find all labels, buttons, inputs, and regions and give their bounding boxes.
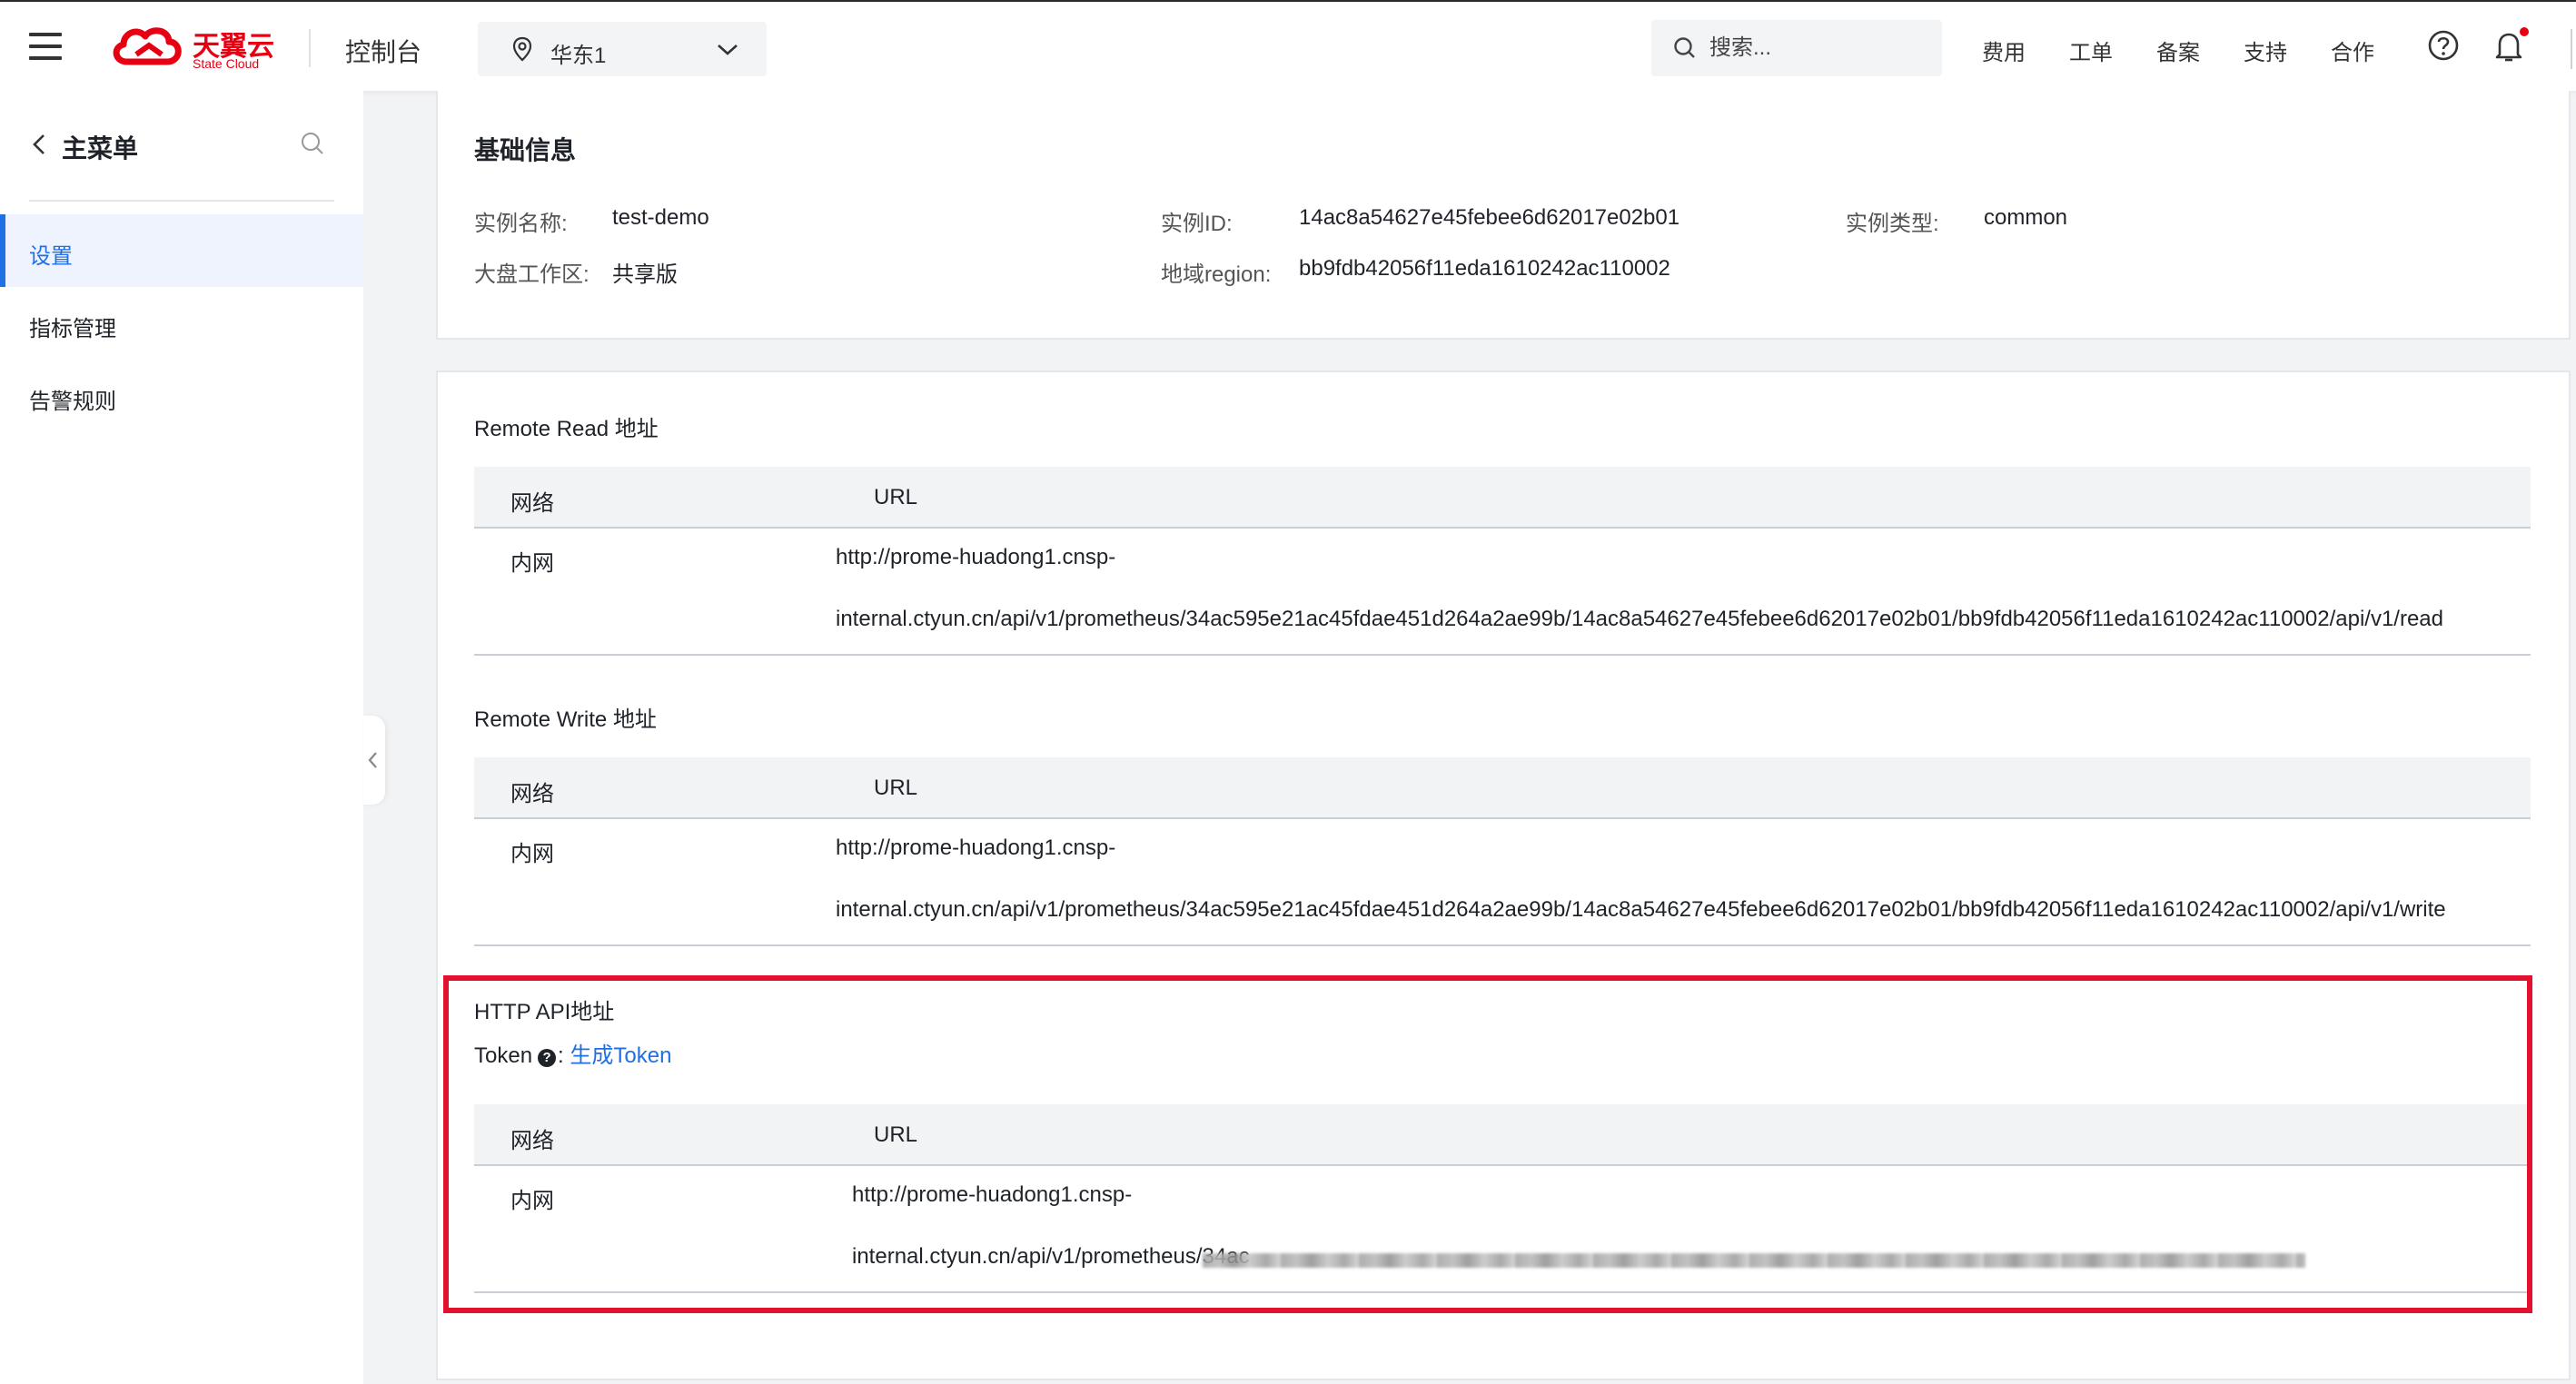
sidebar-title: 主菜单 bbox=[62, 134, 139, 163]
nav-support[interactable]: 支持 bbox=[2244, 35, 2287, 66]
sidebar-item-label: 设置 bbox=[29, 244, 73, 269]
instance-type-label: 实例类型: bbox=[1846, 212, 1939, 236]
logo[interactable]: 天翼云 State Cloud bbox=[109, 22, 277, 73]
network-cell: 内网 bbox=[510, 842, 554, 866]
console-link[interactable]: 控制台 bbox=[345, 33, 421, 69]
search-box[interactable] bbox=[1651, 20, 1942, 76]
instance-name-value: test-demo bbox=[612, 205, 709, 230]
sidebar-item-label: 指标管理 bbox=[29, 317, 116, 341]
nav-tickets[interactable]: 工单 bbox=[2069, 35, 2113, 66]
nav-billing[interactable]: 费用 bbox=[1982, 35, 2026, 66]
dashboard-workspace-label: 大盘工作区: bbox=[474, 262, 590, 287]
column-header-url: URL bbox=[874, 1122, 918, 1147]
header-right-edge bbox=[2571, 29, 2572, 69]
basic-info-card: 基础信息 实例名称: test-demo 实例ID: 14ac8a54627e4… bbox=[436, 91, 2571, 340]
help-circle-icon[interactable]: ? bbox=[538, 1049, 557, 1067]
nav-partner[interactable]: 合作 bbox=[2331, 35, 2374, 66]
url-cell-line1[interactable]: http://prome-huadong1.cnsp- bbox=[836, 545, 1115, 570]
chevron-down-icon bbox=[718, 44, 738, 55]
nav-filing[interactable]: 备案 bbox=[2156, 35, 2200, 66]
generate-token-link[interactable]: 生成Token bbox=[570, 1043, 671, 1068]
url-cell-line2[interactable]: internal.ctyun.cn/api/v1/prometheus/34ac… bbox=[836, 607, 2443, 632]
notification-dot bbox=[2520, 27, 2529, 36]
url-cell-line2[interactable]: internal.ctyun.cn/api/v1/prometheus/34ac bbox=[852, 1244, 1250, 1270]
remote-write-table-header: 网络 URL bbox=[474, 757, 2531, 819]
region-label: 华东1 bbox=[550, 44, 607, 68]
top-bar: 天翼云 State Cloud 控制台 华东1 费用 工单 备案 支持 合作 bbox=[0, 0, 2576, 91]
region-id-label: 地域region: bbox=[1161, 262, 1272, 287]
instance-id-label: 实例ID: bbox=[1161, 212, 1233, 236]
sidebar-item-alert-rules[interactable]: 告警规则 bbox=[0, 360, 363, 432]
column-header-network: 网络 bbox=[510, 1129, 554, 1153]
token-label: Token bbox=[474, 1043, 533, 1068]
sidebar-item-metrics[interactable]: 指标管理 bbox=[0, 287, 363, 360]
token-line: Token?: 生成Token bbox=[474, 1037, 671, 1069]
column-header-url: URL bbox=[874, 776, 918, 800]
cloud-logo-icon bbox=[113, 27, 182, 65]
http-api-title: HTTP API地址 bbox=[474, 1000, 615, 1024]
region-id-value: bb9fdb42056f11eda1610242ac110002 bbox=[1299, 256, 1670, 281]
network-cell: 内网 bbox=[510, 551, 554, 576]
url-cell-line1[interactable]: http://prome-huadong1.cnsp- bbox=[852, 1182, 1132, 1208]
help-icon[interactable] bbox=[2427, 29, 2460, 62]
token-separator: : bbox=[558, 1043, 564, 1068]
instance-name-label: 实例名称: bbox=[474, 212, 568, 236]
dashboard-workspace-value: 共享版 bbox=[612, 262, 678, 287]
sidebar-divider bbox=[29, 200, 334, 202]
network-cell: 内网 bbox=[510, 1189, 554, 1213]
remote-write-title: Remote Write 地址 bbox=[474, 707, 657, 732]
sidebar-item-label: 告警规则 bbox=[29, 390, 116, 414]
logo-subtitle: State Cloud bbox=[193, 56, 260, 71]
remote-read-title: Remote Read 地址 bbox=[474, 417, 659, 441]
remote-read-table-header: 网络 URL bbox=[474, 467, 2531, 529]
table-row: 内网 http://prome-huadong1.cnsp- internal.… bbox=[474, 819, 2531, 946]
column-header-network: 网络 bbox=[510, 491, 554, 516]
basic-info-title: 基础信息 bbox=[474, 136, 577, 164]
addresses-card: Remote Read 地址 网络 URL 内网 http://prome-hu… bbox=[436, 371, 2571, 1380]
redacted-url-blur bbox=[1203, 1253, 2305, 1268]
instance-id-value: 14ac8a54627e45febee6d62017e02b01 bbox=[1299, 205, 1680, 230]
menu-icon[interactable] bbox=[29, 33, 62, 60]
url-cell-line1[interactable]: http://prome-huadong1.cnsp- bbox=[836, 835, 1115, 861]
chevron-left-icon bbox=[368, 752, 377, 768]
table-row: 内网 http://prome-huadong1.cnsp- internal.… bbox=[474, 1166, 2531, 1293]
region-selector[interactable]: 华东1 bbox=[478, 22, 767, 76]
location-pin-icon bbox=[512, 36, 532, 62]
column-header-network: 网络 bbox=[510, 782, 554, 806]
column-header-url: URL bbox=[874, 485, 918, 509]
url-cell-line2[interactable]: internal.ctyun.cn/api/v1/prometheus/34ac… bbox=[836, 897, 2446, 923]
sidebar-item-settings[interactable]: 设置 bbox=[0, 214, 363, 287]
instance-type-value: common bbox=[1984, 205, 2068, 230]
sidebar-search-icon[interactable] bbox=[300, 131, 325, 156]
sidebar-collapse-handle[interactable] bbox=[363, 716, 385, 805]
header-divider bbox=[309, 29, 311, 67]
table-row: 内网 http://prome-huadong1.cnsp- internal.… bbox=[474, 529, 2531, 656]
search-input[interactable] bbox=[1708, 29, 1929, 67]
back-chevron-icon[interactable] bbox=[31, 133, 47, 156]
sidebar: 主菜单 设置 指标管理 告警规则 bbox=[0, 91, 363, 1384]
search-icon bbox=[1674, 37, 1695, 58]
http-api-table-header: 网络 URL bbox=[474, 1104, 2531, 1166]
